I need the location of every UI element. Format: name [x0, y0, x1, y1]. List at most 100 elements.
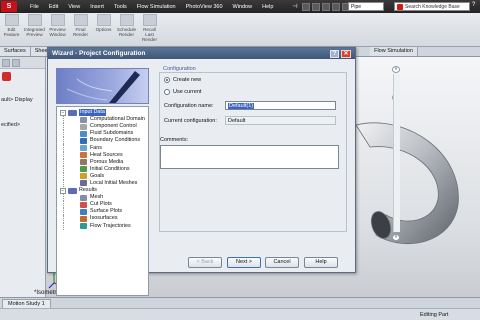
tree-item-icon [80, 137, 87, 144]
tree-guide-line [63, 215, 64, 223]
save-icon[interactable] [321, 2, 330, 11]
tool-label: Feature [3, 32, 20, 37]
tree-item[interactable]: Local Initial Meshes [59, 179, 146, 188]
scroll-chevron-icon[interactable]: » [392, 234, 400, 241]
wizard-banner-image [56, 68, 149, 104]
menu-help[interactable]: Help [257, 4, 278, 10]
recall-last-render-button[interactable]: Recall Last Render [138, 14, 161, 42]
tree-item[interactable]: Component Control [59, 123, 146, 131]
tree-item-label: Fluid Subdomains [90, 130, 134, 137]
tree-item[interactable]: Porous Media [59, 158, 146, 166]
dialog-help-icon[interactable]: ? [330, 50, 339, 58]
configuration-name-label: Configuration name: [164, 102, 214, 109]
configuration-name-input[interactable]: Default(1) [225, 101, 336, 110]
options-button[interactable]: Options [92, 14, 115, 32]
print-icon[interactable] [331, 2, 340, 11]
preview-window-button[interactable]: Preview Window [46, 14, 69, 37]
menu-tools[interactable]: Tools [109, 4, 132, 10]
tree-item-icon [80, 159, 87, 166]
part-icon[interactable] [2, 72, 11, 81]
tree-item-icon [80, 145, 87, 152]
create-new-radio[interactable] [164, 77, 170, 83]
use-current-label: Use current [173, 89, 202, 95]
tree-item-icon [80, 194, 87, 201]
edit-feature-button[interactable]: Edit Feature [0, 14, 23, 37]
tree-item[interactable]: Flow Trajectories [59, 222, 146, 230]
menu-view[interactable]: View [63, 4, 85, 10]
property-manager-icon[interactable] [12, 58, 20, 67]
tree-item-icon [80, 173, 87, 180]
tree-item[interactable]: Isosurfaces [59, 215, 146, 223]
menu-edit[interactable]: Edit [44, 4, 63, 10]
create-new-label: Create new [173, 77, 202, 83]
feature-tree-icon[interactable] [2, 58, 10, 67]
document-name-field[interactable]: Pipe [348, 2, 384, 11]
back-button[interactable]: < Back [188, 257, 222, 268]
dialog-title: Wizard - Project Configuration [48, 48, 355, 59]
tree-item[interactable]: Heat Sources [59, 151, 146, 159]
tree-expander-icon[interactable]: − [60, 109, 66, 116]
pin-icon[interactable]: ⊣ [292, 3, 297, 10]
menu-insert[interactable]: Insert [85, 4, 109, 10]
configuration-name-value: Default(1) [228, 103, 255, 109]
tree-item[interactable]: ecified> [0, 120, 45, 130]
cancel-button[interactable]: Cancel [265, 257, 299, 268]
tab-flow-simulation[interactable]: Flow Simulation [370, 47, 418, 56]
final-render-button[interactable]: Final Render [69, 14, 92, 37]
tree-item-icon [80, 201, 87, 208]
tree-item[interactable]: Cut Plots [59, 201, 146, 209]
tree-item[interactable]: Goals [59, 172, 146, 180]
next-button[interactable]: Next > [227, 257, 261, 268]
new-document-icon[interactable] [301, 2, 310, 11]
integrated-preview-button[interactable]: Integrated Preview [23, 14, 46, 37]
tree-item-label: Porous Media [90, 158, 124, 165]
tree-item[interactable]: Boundary Conditions [59, 137, 146, 145]
help-icon[interactable]: ? [472, 2, 475, 8]
menu-window[interactable]: Window [228, 4, 258, 10]
help-button[interactable]: Help [304, 257, 338, 268]
current-configuration-value: Default [225, 116, 336, 125]
tab-surfaces[interactable]: Surfaces [0, 47, 31, 56]
tree-expander-icon[interactable]: − [60, 187, 66, 194]
tree-item-icon [80, 123, 87, 130]
tree-item[interactable]: Computational Domain [59, 116, 146, 124]
create-new-option[interactable]: Create new [164, 77, 201, 83]
tree-item-icon [80, 180, 87, 187]
tree-item-label: Flow Trajectories [90, 222, 131, 229]
tree-item[interactable]: Surface Plots [59, 208, 146, 216]
tree-item[interactable]: Fans [59, 144, 146, 152]
current-configuration-label: Current configuration: [164, 117, 217, 124]
tree-item[interactable]: ault> Display [0, 95, 45, 105]
schedule-render-button[interactable]: Schedule Render [115, 14, 138, 37]
tree-guide-line [63, 179, 64, 188]
schedule-render-icon [119, 14, 134, 26]
current-configuration-row: Current configuration: Default [164, 116, 336, 125]
panel-tabs [0, 57, 45, 69]
menu-file[interactable]: File [25, 4, 44, 10]
vertical-scrollbar[interactable] [393, 74, 400, 232]
tree-item-label: Component Control [90, 123, 137, 130]
pen-graphic-icon [66, 71, 140, 103]
tree-item[interactable]: Fluid Subdomains [59, 130, 146, 138]
pipe-model-icon[interactable] [346, 113, 466, 253]
tree-item[interactable]: − Input Data [59, 109, 146, 117]
search-placeholder: Search Knowledge Base [405, 3, 460, 10]
menu-flow-simulation[interactable]: Flow Simulation [132, 4, 181, 10]
dialog-close-icon[interactable]: ✕ [341, 50, 351, 58]
comments-textarea[interactable] [160, 145, 339, 169]
open-icon[interactable] [311, 2, 320, 11]
menu-photoview-360[interactable]: PhotoView 360 [181, 4, 228, 10]
tree-item[interactable]: Mesh [59, 194, 146, 202]
tree-guide-line [63, 165, 64, 173]
tree-item[interactable]: Initial Conditions [59, 165, 146, 173]
scroll-up-chevron-icon[interactable]: » [392, 66, 400, 73]
tree-item-label: Boundary Conditions [90, 137, 141, 144]
use-current-radio[interactable] [164, 89, 170, 95]
knowledge-base-search[interactable]: Search Knowledge Base [394, 2, 470, 11]
tree-item-label: Input Data [79, 109, 106, 117]
comments-label: Comments: [160, 137, 189, 143]
use-current-option[interactable]: Use current [164, 89, 201, 95]
tree-item[interactable]: − Results [59, 187, 146, 194]
tool-label: Last Render [141, 32, 158, 42]
solidworks-logo-icon[interactable]: S [1, 1, 17, 12]
